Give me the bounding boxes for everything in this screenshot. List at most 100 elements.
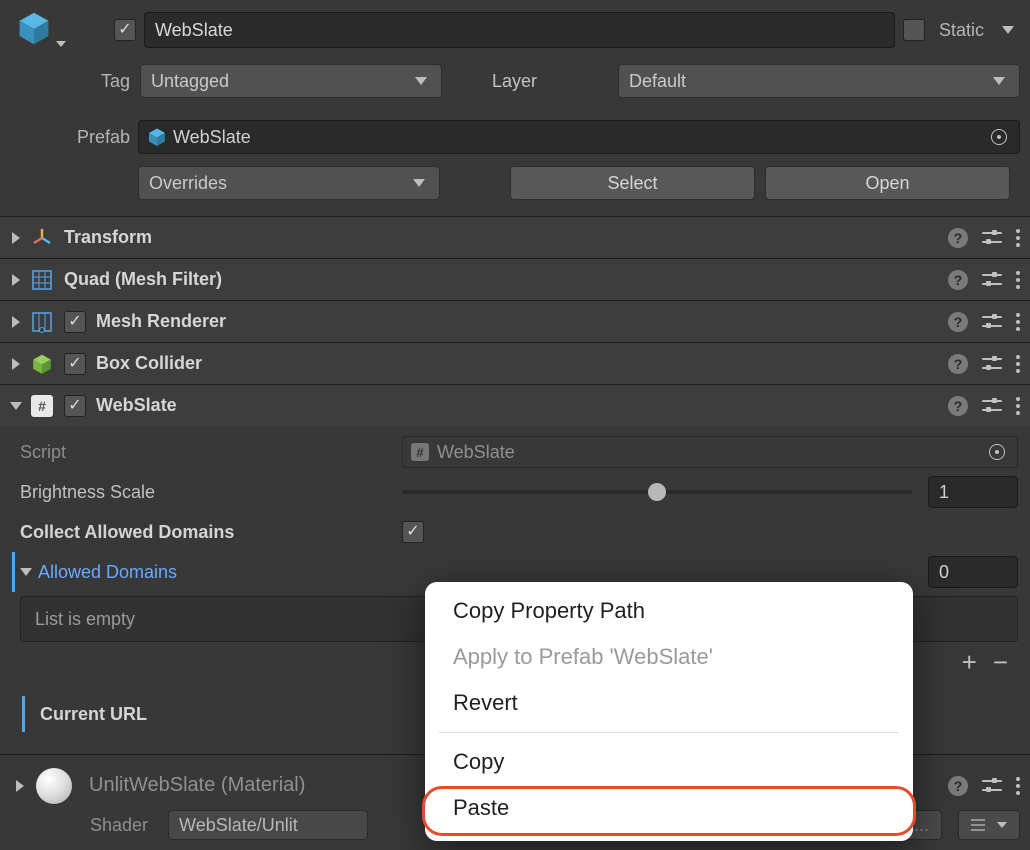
- help-icon[interactable]: ?: [948, 312, 968, 332]
- help-icon[interactable]: ?: [948, 270, 968, 290]
- tag-label: Tag: [10, 71, 130, 92]
- preset-icon[interactable]: [982, 397, 1002, 415]
- prefab-label: Prefab: [40, 127, 130, 148]
- prefab-select-button[interactable]: Select: [510, 166, 755, 200]
- component-header-boxcollider[interactable]: ✓ Box Collider ?: [0, 342, 1030, 384]
- foldout-icon[interactable]: [12, 274, 20, 286]
- overrides-label: Overrides: [149, 173, 227, 194]
- slider-thumb[interactable]: [648, 483, 666, 501]
- component-title: Transform: [64, 227, 938, 248]
- shader-label: Shader: [90, 815, 148, 836]
- foldout-icon[interactable]: [12, 316, 20, 328]
- gameobject-enabled-checkbox[interactable]: ✓: [114, 19, 136, 41]
- component-title: Mesh Renderer: [96, 311, 938, 332]
- static-dropdown-caret[interactable]: [1002, 26, 1014, 34]
- tag-value: Untagged: [151, 71, 229, 92]
- component-menu-icon[interactable]: [1016, 271, 1020, 289]
- component-menu-icon[interactable]: [1016, 313, 1020, 331]
- prefab-override-bar: [12, 552, 15, 592]
- foldout-icon[interactable]: [16, 780, 24, 792]
- help-icon[interactable]: ?: [948, 228, 968, 248]
- menu-copy-property-path[interactable]: Copy Property Path: [425, 588, 913, 634]
- script-icon: #: [30, 394, 54, 418]
- preset-icon[interactable]: [982, 355, 1002, 373]
- menu-paste[interactable]: Paste: [425, 785, 913, 831]
- boxcollider-icon: [30, 352, 54, 376]
- brightness-value-input[interactable]: 1: [928, 476, 1018, 508]
- brightness-label: Brightness Scale: [12, 482, 392, 503]
- prefab-cube-icon: [147, 127, 167, 147]
- script-label: Script: [12, 442, 392, 463]
- preset-icon[interactable]: [982, 313, 1002, 331]
- tag-dropdown[interactable]: Untagged: [140, 64, 442, 98]
- gameobject-cube-icon[interactable]: [16, 10, 56, 50]
- component-menu-icon[interactable]: [1016, 777, 1020, 795]
- gameobject-icon-caret[interactable]: [56, 41, 66, 47]
- preset-icon[interactable]: [982, 229, 1002, 247]
- list-empty-text: List is empty: [35, 609, 135, 630]
- prefab-open-button[interactable]: Open: [765, 166, 1010, 200]
- overrides-dropdown[interactable]: Overrides: [138, 166, 440, 200]
- prefab-asset-field[interactable]: WebSlate: [138, 120, 1020, 154]
- webslate-enabled-checkbox[interactable]: ✓: [64, 395, 86, 417]
- chevron-down-icon: [415, 77, 427, 85]
- allowed-domains-count[interactable]: 0: [928, 556, 1018, 588]
- component-menu-icon[interactable]: [1016, 229, 1020, 247]
- meshfilter-icon: [30, 268, 54, 292]
- static-checkbox[interactable]: [903, 19, 925, 41]
- material-preview-icon: [36, 768, 72, 804]
- boxcollider-enabled-checkbox[interactable]: ✓: [64, 353, 86, 375]
- foldout-icon[interactable]: [12, 358, 20, 370]
- prefab-override-bar: [22, 696, 25, 732]
- script-hash-icon: #: [411, 443, 429, 461]
- allowed-domains-label[interactable]: Allowed Domains: [12, 562, 392, 583]
- component-header-webslate[interactable]: # ✓ WebSlate ?: [0, 384, 1030, 426]
- help-icon[interactable]: ?: [948, 776, 968, 796]
- prop-brightness: Brightness Scale 1: [12, 472, 1018, 512]
- static-label: Static: [939, 20, 984, 41]
- prop-collect-domains: Collect Allowed Domains ✓: [12, 512, 1018, 552]
- list-remove-button[interactable]: −: [993, 647, 1008, 678]
- component-title: Box Collider: [96, 353, 938, 374]
- menu-separator: [439, 732, 899, 733]
- component-menu-icon[interactable]: [1016, 397, 1020, 415]
- transform-icon: [30, 226, 54, 250]
- component-header-meshfilter[interactable]: Quad (Mesh Filter) ?: [0, 258, 1030, 300]
- collect-domains-label: Collect Allowed Domains: [12, 522, 392, 543]
- gameobject-name-input[interactable]: WebSlate: [144, 12, 895, 48]
- script-object-field[interactable]: # WebSlate: [402, 436, 1018, 468]
- meshrenderer-icon: [30, 310, 54, 334]
- chevron-down-icon: [997, 822, 1007, 828]
- collect-domains-checkbox[interactable]: ✓: [402, 521, 424, 543]
- component-menu-icon[interactable]: [1016, 355, 1020, 373]
- menu-apply-to-prefab: Apply to Prefab 'WebSlate': [425, 634, 913, 680]
- chevron-down-icon: [413, 179, 425, 187]
- list-add-button[interactable]: +: [962, 647, 977, 678]
- preset-icon[interactable]: [982, 777, 1002, 795]
- menu-copy[interactable]: Copy: [425, 739, 913, 785]
- foldout-open-icon[interactable]: [10, 402, 22, 410]
- component-title: Quad (Mesh Filter): [64, 269, 938, 290]
- material-extras-button[interactable]: [958, 810, 1020, 840]
- layer-dropdown[interactable]: Default: [618, 64, 1020, 98]
- help-icon[interactable]: ?: [948, 354, 968, 374]
- brightness-slider[interactable]: [402, 490, 912, 494]
- meshrenderer-enabled-checkbox[interactable]: ✓: [64, 311, 86, 333]
- prop-script: Script # WebSlate: [12, 432, 1018, 472]
- foldout-icon[interactable]: [12, 232, 20, 244]
- shader-value: WebSlate/Unlit: [179, 815, 298, 836]
- chevron-down-icon: [993, 77, 1005, 85]
- menu-revert[interactable]: Revert: [425, 680, 913, 726]
- object-picker-icon[interactable]: [985, 440, 1009, 464]
- component-header-transform[interactable]: Transform ?: [0, 216, 1030, 258]
- object-picker-icon[interactable]: [987, 125, 1011, 149]
- preset-icon[interactable]: [982, 271, 1002, 289]
- current-url-label: Current URL: [32, 704, 147, 725]
- component-header-meshrenderer[interactable]: ✓ Mesh Renderer ?: [0, 300, 1030, 342]
- help-icon[interactable]: ?: [948, 396, 968, 416]
- prefab-asset-name: WebSlate: [173, 127, 251, 148]
- context-menu: Copy Property Path Apply to Prefab 'WebS…: [425, 582, 913, 841]
- script-value: WebSlate: [437, 442, 515, 463]
- shader-dropdown[interactable]: WebSlate/Unlit: [168, 810, 368, 840]
- foldout-open-icon[interactable]: [20, 568, 32, 576]
